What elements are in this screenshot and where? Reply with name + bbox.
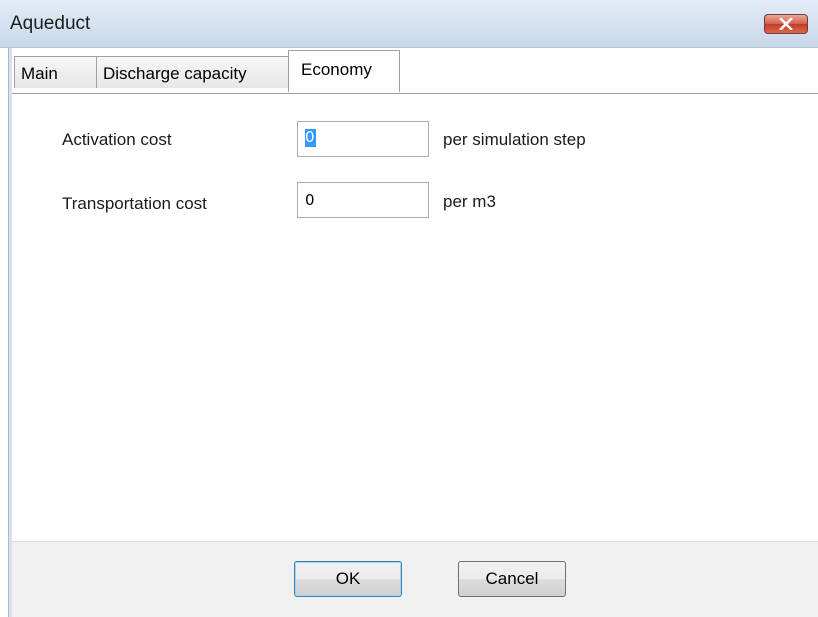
activation-cost-unit: per simulation step <box>443 130 586 149</box>
dialog-footer: OK Cancel <box>12 541 818 617</box>
economy-panel <box>12 94 818 541</box>
window-title: Aqueduct <box>10 13 91 34</box>
ok-button[interactable]: OK <box>294 561 402 597</box>
tab-main-label: Main <box>21 64 58 83</box>
title-bar[interactable]: Aqueduct <box>0 0 818 48</box>
tab-main[interactable]: Main <box>14 56 97 88</box>
tab-economy[interactable]: Economy <box>288 50 400 92</box>
ok-button-label: OK <box>335 569 361 588</box>
tab-discharge-capacity[interactable]: Discharge capacity <box>96 56 289 88</box>
transportation-cost-label: Transportation cost <box>62 194 207 213</box>
cancel-button[interactable]: Cancel <box>458 561 566 597</box>
tab-economy-label: Economy <box>301 60 372 79</box>
transportation-cost-input[interactable] <box>297 182 429 218</box>
dialog-window: Aqueduct Main Discharge capacity Economy… <box>0 0 818 617</box>
activation-cost-label: Activation cost <box>62 130 172 149</box>
tab-strip: Main Discharge capacity Economy <box>12 48 818 94</box>
activation-cost-input[interactable] <box>297 121 429 157</box>
transportation-cost-unit: per m3 <box>443 192 496 211</box>
cancel-button-label: Cancel <box>485 569 539 588</box>
tab-discharge-capacity-label: Discharge capacity <box>103 64 247 83</box>
close-button[interactable] <box>764 14 808 34</box>
close-icon <box>779 18 793 30</box>
